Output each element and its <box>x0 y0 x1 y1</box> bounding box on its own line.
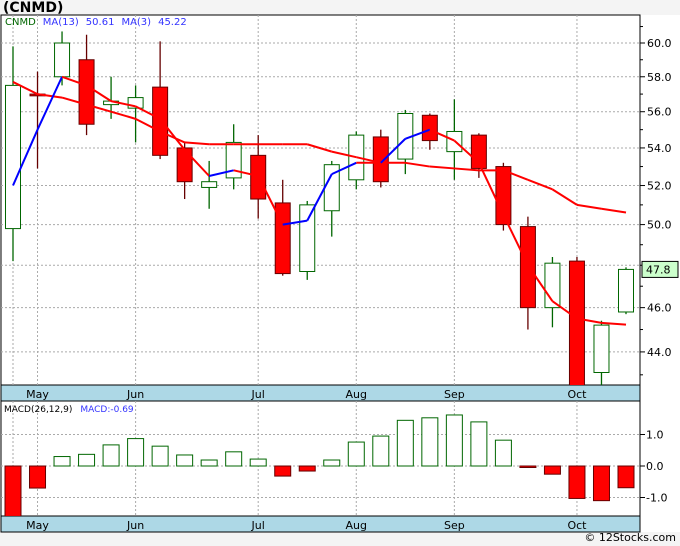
macd-bar <box>519 465 537 468</box>
macd-bar <box>53 456 71 467</box>
macd-bar <box>372 435 390 467</box>
macd-bar <box>347 441 365 467</box>
x-axis-bar-top <box>0 384 641 402</box>
chart-svg: 44.046.048.050.052.054.056.058.060.01.00… <box>0 14 680 533</box>
macd-bar <box>4 465 22 516</box>
candle-body <box>593 324 610 373</box>
candle-body <box>568 260 585 385</box>
candle-body <box>225 141 242 179</box>
macd-bar <box>78 453 96 467</box>
macd-bar <box>102 444 120 467</box>
candle-body <box>618 268 634 313</box>
macd-bar <box>445 414 463 467</box>
month-label: Jul <box>251 388 265 401</box>
macd-bar <box>592 465 610 502</box>
y-tick-label: 46.0 <box>647 302 672 315</box>
month-label-bottom: May <box>26 519 49 532</box>
month-label: Oct <box>567 388 587 401</box>
macd-bar <box>323 459 341 467</box>
macd-bar <box>249 458 267 467</box>
candle <box>568 256 585 385</box>
macd-bar <box>176 454 194 467</box>
macd-bar <box>274 465 292 477</box>
macd-legend: MACD(26,12,9) MACD:-0.69 <box>4 405 134 415</box>
x-axis-bar-bottom <box>0 515 641 533</box>
legend-ma13-value: 50.61 <box>86 17 115 28</box>
month-label-bottom: Sep <box>444 519 465 532</box>
macd-bar <box>29 465 47 489</box>
month-label: May <box>26 388 49 401</box>
month-label-bottom: Jun <box>126 519 144 532</box>
legend-ma3-value: 45.22 <box>158 17 187 28</box>
candle-body <box>78 59 95 125</box>
macd-y-tick-label: -1.0 <box>646 492 667 505</box>
month-label: Jun <box>126 388 144 401</box>
y-tick-label: 44.0 <box>647 346 672 359</box>
macd-legend-value: MACD:-0.69 <box>80 405 134 415</box>
macd-bar <box>494 439 512 467</box>
y-tick-label: 56.0 <box>647 106 672 119</box>
macd-panel <box>0 400 641 517</box>
price-panel <box>0 14 641 386</box>
macd-bar <box>617 465 635 489</box>
month-label: Aug <box>346 388 367 401</box>
candle-body <box>54 42 71 78</box>
candle-body <box>152 86 169 156</box>
candle-body <box>519 226 536 309</box>
candle <box>618 267 634 315</box>
price-legend: CNMD MA(13) 50.61 MA(3) 45.22 <box>5 17 187 28</box>
candle-body <box>421 114 438 142</box>
legend-ma13-label: MA(13) <box>43 17 79 28</box>
month-label: Sep <box>444 388 465 401</box>
candle-body <box>201 181 218 188</box>
candle-body <box>299 204 316 272</box>
candle <box>299 200 316 280</box>
legend-ma3-label: MA(3) <box>121 17 151 28</box>
legend-symbol: CNMD <box>5 17 36 28</box>
chart-window: (CNMD) 44.046.048.050.052.054.056.058.06… <box>0 0 680 546</box>
y-tick-label: 54.0 <box>647 142 672 155</box>
y-tick-label: 60.0 <box>647 37 672 50</box>
y-tick-label: 52.0 <box>647 180 672 193</box>
last-price-label: 47.8 <box>646 263 671 276</box>
macd-bar <box>421 417 439 467</box>
macd-bar <box>470 421 488 467</box>
macd-legend-label: MACD(26,12,9) <box>4 405 72 415</box>
month-label-bottom: Jul <box>251 519 265 532</box>
macd-y-tick-label: 1.0 <box>646 429 664 442</box>
macd-bar <box>396 419 414 467</box>
macd-y-tick-label: 0.0 <box>646 460 664 473</box>
y-tick-label: 58.0 <box>647 71 672 84</box>
candle-body <box>5 84 21 230</box>
y-tick-label: 50.0 <box>647 219 672 232</box>
candle-body <box>176 147 193 183</box>
macd-bar <box>543 465 561 475</box>
macd-bar <box>225 451 243 467</box>
candle-body <box>372 136 389 183</box>
macd-bar <box>568 465 586 499</box>
copyright-footer: © 12Stocks.com <box>584 531 676 544</box>
macd-bar <box>127 438 145 467</box>
macd-bar <box>151 445 169 467</box>
month-label-bottom: Aug <box>346 519 367 532</box>
macd-bar <box>200 459 218 467</box>
macd-bar <box>298 465 316 472</box>
